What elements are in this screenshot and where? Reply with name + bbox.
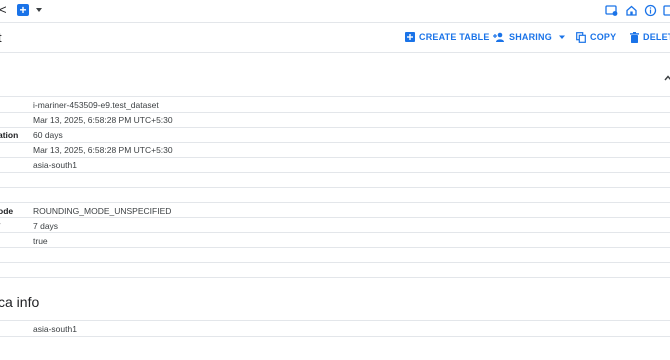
table-row: Mar 13, 2025, 6:58:28 PM UTC+5:30 [0,112,670,128]
home-icon[interactable] [625,4,638,17]
row-value: asia-south1 [33,324,77,334]
table-row: ation 60 days [0,128,670,143]
row-value: 60 days [33,130,63,140]
row-value: asia-south1 [33,160,77,170]
section-title: ca info [0,294,40,310]
copy-label: COPY [590,32,617,42]
delete-icon [630,31,639,43]
table-row: Mar 13, 2025, 6:58:28 PM UTC+5:30 [0,143,670,158]
row-key: ation [0,130,19,140]
toolbar: t CREATE TABLE SHARING COPY [0,22,670,53]
add-tab-icon[interactable]: + [17,4,29,16]
row-value: Mar 13, 2025, 6:58:28 PM UTC+5:30 [33,145,173,155]
tab-strip: < + [0,0,670,23]
table-row: i-mariner-453509-e9.test_dataset [0,96,670,113]
delete-label: DELETE [643,32,670,42]
create-table-icon [405,32,415,42]
create-table-label: CREATE TABLE [419,32,490,42]
tab-dropdown-icon[interactable] [36,8,42,12]
table-row [0,188,670,203]
chevron-down-icon [558,35,565,39]
copy-button[interactable]: COPY [576,30,616,44]
row-value: ROUNDING_MODE_UNSPECIFIED [33,206,172,216]
sharing-button[interactable]: SHARING [493,30,571,44]
more-icon[interactable] [663,4,670,17]
row-value: true [33,236,48,246]
create-table-button[interactable]: CREATE TABLE [405,30,490,44]
table-row: / 7 days [0,218,670,233]
collapse-icon[interactable] [664,74,670,82]
table-row: asia-south1 [0,158,670,173]
table-row: asia-south1 [0,320,670,337]
row-value: i-mariner-453509-e9.test_dataset [33,100,159,110]
section-divider [0,277,670,278]
row-value: Mar 13, 2025, 6:58:28 PM UTC+5:30 [33,115,173,125]
copy-icon [576,31,586,43]
close-icon[interactable]: < [0,2,7,17]
sharing-label: SHARING [509,32,552,42]
table-row: ode ROUNDING_MODE_UNSPECIFIED [0,203,670,218]
info-icon[interactable] [644,4,657,17]
row-value: 7 days [33,221,59,231]
table-row: true [0,233,670,248]
table-row [0,173,670,188]
cloud-shell-icon[interactable] [605,4,618,17]
sharing-icon [493,32,504,42]
row-key: ode [0,206,14,216]
page-title: t [0,30,2,45]
delete-button[interactable]: DELETE [630,30,670,44]
table-row [0,248,670,263]
